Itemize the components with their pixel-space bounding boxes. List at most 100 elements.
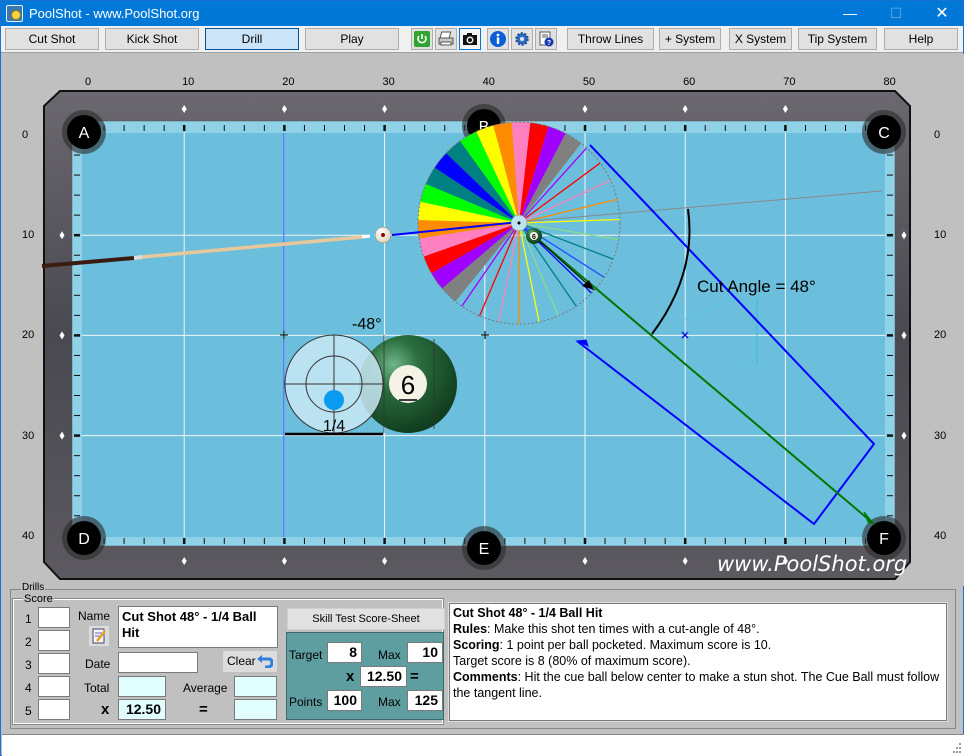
tick <box>604 538 606 544</box>
window-title: PoolShot - www.PoolShot.org <box>29 6 200 21</box>
plus-system-button[interactable]: + System <box>659 28 721 50</box>
row-1-label: 1 <box>25 612 32 626</box>
tick <box>887 194 893 196</box>
target-value[interactable]: 8 <box>327 642 362 663</box>
tick <box>887 475 893 477</box>
date-input[interactable] <box>118 652 198 673</box>
table-canvas[interactable]: 0 10 20 30 40 50 60 70 80 0 10 20 30 40 0 10 20 30 40 <box>2 54 964 586</box>
settings-button[interactable] <box>511 28 533 50</box>
drill-description[interactable]: Cut Shot 48° - 1/4 Ball Hit Rules: Make … <box>448 602 948 722</box>
toolbar: Cut Shot Kick Shot Drill Play ? Throw Li… <box>1 26 963 53</box>
tick <box>74 495 80 497</box>
tick <box>624 538 626 544</box>
pocket-label: F <box>879 531 889 548</box>
drill-name-field[interactable]: Cut Shot 48° - 1/4 Ball Hit <box>118 606 278 648</box>
print-button[interactable] <box>435 28 457 50</box>
tick <box>364 125 366 131</box>
cut-shot-button[interactable]: Cut Shot <box>5 28 99 50</box>
tick <box>564 125 566 131</box>
tick <box>887 495 893 497</box>
info-icon <box>490 31 506 47</box>
contact-point-dot <box>324 390 344 410</box>
tick <box>824 125 826 131</box>
max-value[interactable]: 10 <box>407 642 443 663</box>
tick <box>845 538 847 544</box>
clear-button[interactable]: Clear <box>223 651 277 672</box>
info-button[interactable] <box>487 28 509 50</box>
maximize-button[interactable]: ☐ <box>873 1 919 26</box>
tick <box>424 125 426 131</box>
tick <box>74 314 80 316</box>
drills-legend: Drills <box>21 582 46 593</box>
app-logo-icon <box>6 5 23 22</box>
tick <box>74 374 80 376</box>
tick <box>704 125 706 131</box>
tick <box>283 538 286 544</box>
help-button[interactable]: Help <box>884 28 958 50</box>
score-5-input[interactable] <box>38 699 70 720</box>
tick <box>344 538 346 544</box>
play-button[interactable]: Play <box>305 28 399 50</box>
tick <box>223 125 225 131</box>
row-2-label: 2 <box>25 635 32 649</box>
watermark: www.PoolShot.org <box>717 552 907 576</box>
close-button[interactable]: ✕ <box>919 1 964 26</box>
tick <box>364 538 366 544</box>
tick <box>74 515 80 517</box>
tick <box>74 294 80 296</box>
scoring-label: Scoring <box>453 638 500 652</box>
tick <box>664 538 666 544</box>
score-1-input[interactable] <box>38 607 70 628</box>
pool-table[interactable]: A B CDEF Cut Angle = 48° 6 -48° 6 1/4 ww… <box>2 54 964 586</box>
tick <box>203 538 205 544</box>
tick <box>74 395 80 397</box>
help-document-button[interactable]: ? <box>535 28 557 50</box>
tick <box>764 125 766 131</box>
points-value: 100 <box>327 690 362 711</box>
tick <box>263 538 265 544</box>
cut-angle-label: Cut Angle = 48° <box>697 277 816 296</box>
tick <box>544 538 546 544</box>
target-panel: Target 8 Max 10 x 12.50 = Points 100 Max… <box>286 632 444 720</box>
tick <box>74 174 80 176</box>
tick <box>143 538 145 544</box>
tick <box>123 125 125 131</box>
tick <box>344 125 346 131</box>
tick <box>764 538 766 544</box>
status-bar <box>2 734 964 756</box>
score-2-input[interactable] <box>38 630 70 651</box>
average-field <box>234 676 277 697</box>
drill-button[interactable]: Drill <box>205 28 299 50</box>
date-label: Date <box>85 657 111 671</box>
aim-angle-label: -48° <box>352 316 382 333</box>
tick <box>583 125 587 131</box>
tick <box>74 274 80 276</box>
tick <box>564 538 566 544</box>
pocket-label: D <box>78 531 90 548</box>
skill-test-score-sheet-button[interactable]: Skill Test Score-Sheet <box>287 608 445 630</box>
score-4-input[interactable] <box>38 676 70 697</box>
minimize-button[interactable]: — <box>827 1 873 26</box>
tip-system-button[interactable]: Tip System <box>798 28 877 50</box>
tick <box>887 374 893 376</box>
clear-label: Clear <box>227 654 256 668</box>
camera-icon <box>462 31 478 47</box>
edit-name-button[interactable] <box>88 625 110 647</box>
power-button[interactable] <box>411 28 433 50</box>
tick <box>323 538 325 544</box>
tick <box>887 154 893 156</box>
resize-grip-icon[interactable] <box>951 743 961 753</box>
score-3-input[interactable] <box>38 653 70 674</box>
pocket-label: A <box>79 125 90 142</box>
x-system-button[interactable]: X System <box>729 28 792 50</box>
tick <box>182 125 186 131</box>
screenshot-button[interactable] <box>459 28 481 50</box>
tick <box>74 233 80 237</box>
throw-lines-button[interactable]: Throw Lines <box>567 28 654 50</box>
tick <box>74 334 80 337</box>
svg-text:?: ? <box>547 40 551 47</box>
tick <box>804 125 806 131</box>
tick <box>444 538 446 544</box>
tick <box>223 538 225 544</box>
kick-shot-button[interactable]: Kick Shot <box>105 28 199 50</box>
